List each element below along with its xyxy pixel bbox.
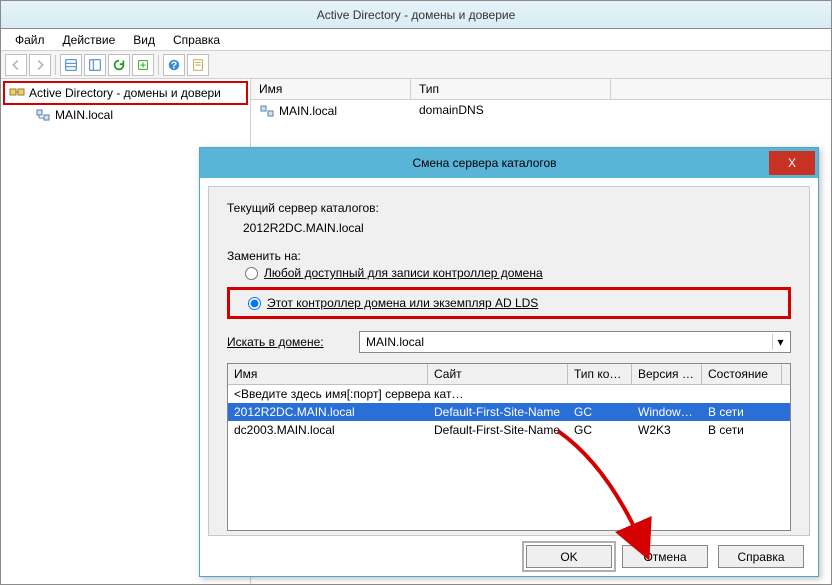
col-version[interactable]: Версия … (632, 364, 702, 384)
cell-state: В сети (702, 422, 782, 438)
list-row-type: domainDNS (411, 100, 611, 122)
menu-help[interactable]: Справка (165, 31, 228, 49)
cell-ver: Windows… (632, 404, 702, 420)
menu-file[interactable]: Файл (7, 31, 53, 49)
cancel-button[interactable]: Отмена (622, 545, 708, 568)
search-domain-label: Искать в домене: (227, 335, 347, 349)
cancel-label: Отмена (643, 550, 686, 564)
menubar: Файл Действие Вид Справка (1, 29, 831, 51)
close-icon: X (788, 156, 796, 170)
list-row-name: MAIN.local (279, 104, 337, 118)
radio-highlight-box: Этот контроллер домена или экземпляр AD … (227, 287, 791, 319)
ok-button[interactable]: OK (526, 545, 612, 568)
radio-any[interactable] (245, 267, 258, 280)
list-view-button[interactable] (84, 54, 106, 76)
cell-name: dc2003.MAIN.local (228, 422, 428, 438)
grid-hint-row[interactable]: <Введите здесь имя[:порт] сервера кат… (228, 385, 790, 403)
back-button[interactable] (5, 54, 27, 76)
toolbar-separator (158, 55, 159, 75)
cell-type: GC (568, 404, 632, 420)
col-state[interactable]: Состояние (702, 364, 782, 384)
grid-row[interactable]: 2012R2DC.MAIN.local Default-First-Site-N… (228, 403, 790, 421)
dialog-body: Текущий сервер каталогов: 2012R2DC.MAIN.… (208, 186, 810, 536)
cell-site: Default-First-Site-Name (428, 404, 568, 420)
col-name[interactable]: Имя (228, 364, 428, 384)
radio-this-label: Этот контроллер домена или экземпляр AD … (267, 296, 538, 310)
menu-action[interactable]: Действие (55, 31, 124, 49)
dialog-title: Смена сервера каталогов (200, 156, 769, 170)
list-header: Имя Тип (251, 79, 831, 100)
menu-view[interactable]: Вид (125, 31, 163, 49)
radio-this-row[interactable]: Этот контроллер домена или экземпляр AD … (248, 296, 788, 310)
replace-label: Заменить на: (227, 249, 791, 263)
domain-combobox-value: MAIN.local (366, 335, 424, 349)
export-button[interactable] (132, 54, 154, 76)
radio-any-row[interactable]: Любой доступный для записи контроллер до… (227, 263, 791, 283)
list-row[interactable]: MAIN.local domainDNS (251, 100, 831, 122)
col-type[interactable]: Тип (411, 79, 611, 99)
help-button[interactable]: Справка (718, 545, 804, 568)
toolbar-separator (55, 55, 56, 75)
tree-root-label: Active Directory - домены и довери (29, 86, 221, 100)
grid-hint-text: <Введите здесь имя[:порт] сервера кат… (228, 386, 790, 402)
cell-name: 2012R2DC.MAIN.local (228, 404, 428, 420)
cell-ver: W2K3 (632, 422, 702, 438)
ad-tree-icon (9, 85, 25, 101)
selected-row-highlight: 2012R2DC.MAIN.local Default-First-Site-N… (228, 403, 790, 421)
help-button[interactable]: ? (163, 54, 185, 76)
tree-child-node[interactable]: MAIN.local (3, 105, 248, 125)
dc-grid: Имя Сайт Тип конт… Версия … Состояние <В… (227, 363, 791, 531)
grid-header: Имя Сайт Тип конт… Версия … Состояние (228, 364, 790, 385)
current-server-value: 2012R2DC.MAIN.local (227, 215, 791, 235)
dialog-titlebar[interactable]: Смена сервера каталогов X (200, 148, 818, 178)
tree-child-label: MAIN.local (55, 108, 113, 122)
svg-text:?: ? (171, 59, 177, 71)
change-server-dialog: Смена сервера каталогов X Текущий сервер… (199, 147, 819, 577)
chevron-down-icon: ▾ (772, 334, 788, 350)
col-type[interactable]: Тип конт… (568, 364, 632, 384)
close-button[interactable]: X (769, 151, 815, 175)
domain-icon (259, 103, 275, 119)
radio-this[interactable] (248, 297, 261, 310)
details-view-button[interactable] (60, 54, 82, 76)
cell-state: В сети (702, 404, 782, 420)
domain-icon (35, 107, 51, 123)
forward-button[interactable] (29, 54, 51, 76)
col-site[interactable]: Сайт (428, 364, 568, 384)
refresh-button[interactable] (108, 54, 130, 76)
current-server-label: Текущий сервер каталогов: (227, 201, 791, 215)
grid-row[interactable]: dc2003.MAIN.local Default-First-Site-Nam… (228, 421, 790, 439)
main-titlebar: Active Directory - домены и доверие (1, 1, 831, 29)
properties-button[interactable] (187, 54, 209, 76)
tree-root-node[interactable]: Active Directory - домены и довери (3, 81, 248, 105)
domain-combobox[interactable]: MAIN.local ▾ (359, 331, 791, 353)
help-label: Справка (737, 550, 784, 564)
toolbar: ? (1, 51, 831, 79)
ok-label: OK (560, 550, 577, 564)
cell-type: GC (568, 422, 632, 438)
cell-site: Default-First-Site-Name (428, 422, 568, 438)
dialog-button-row: OK Отмена Справка (526, 545, 804, 568)
col-name[interactable]: Имя (251, 79, 411, 99)
main-title: Active Directory - домены и доверие (317, 8, 516, 22)
radio-any-label: Любой доступный для записи контроллер до… (264, 266, 543, 280)
